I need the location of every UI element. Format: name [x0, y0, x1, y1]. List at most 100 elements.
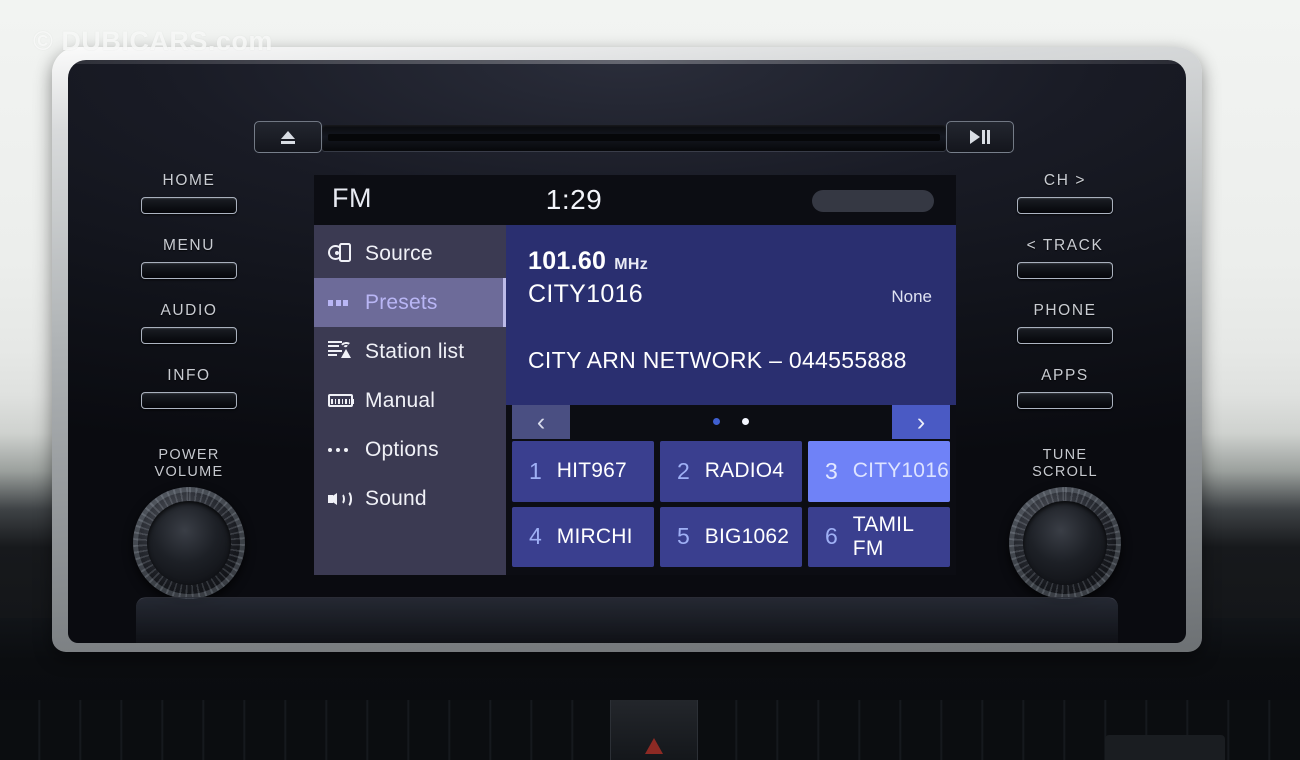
- frequency-line: 101.60 MHz: [528, 247, 934, 276]
- preset-name: BIG1062: [704, 524, 790, 548]
- chevron-right-icon[interactable]: ›: [892, 405, 950, 439]
- preset-button-selected[interactable]: 3 CITY1016: [808, 441, 950, 502]
- hazard-triangle-icon: [645, 738, 663, 754]
- now-playing-panel: 101.60 MHz CITY1016 None CITY ARN NETWOR…: [506, 225, 956, 405]
- right-button-column: CH > < TRACK PHONE APPS: [980, 172, 1150, 432]
- screen-body: Source Presets Station list Manual Optio…: [314, 225, 956, 575]
- menu-key[interactable]: [141, 262, 237, 279]
- station-name: CITY1016: [528, 280, 643, 308]
- sidebar-item-label: Manual: [365, 388, 436, 412]
- infotainment-screen[interactable]: FM 1:29 Source Presets Station list Manu…: [314, 175, 956, 575]
- sidebar-item-label: Station list: [365, 339, 465, 363]
- sidebar-item-options[interactable]: Options: [314, 425, 506, 474]
- rds-status: None: [891, 287, 932, 306]
- status-bar: FM 1:29: [314, 175, 956, 225]
- screen-sidebar: Source Presets Station list Manual Optio…: [314, 225, 506, 575]
- track-back-button[interactable]: < TRACK: [980, 237, 1150, 279]
- radio-text: CITY ARN NETWORK – 044555888: [528, 347, 907, 373]
- info-button[interactable]: INFO: [104, 367, 274, 409]
- preset-button[interactable]: 5 BIG1062: [660, 506, 802, 567]
- menu-button-label: MENU: [162, 237, 216, 254]
- apps-key[interactable]: [1017, 392, 1113, 409]
- presets-grid: 1 HIT967 2 RADIO4 3 CITY1016 4 MIRCHI 5 …: [506, 441, 956, 575]
- frequency-unit: MHz: [614, 256, 649, 273]
- manual-icon: [328, 389, 355, 413]
- track-button-label: < TRACK: [1026, 237, 1104, 254]
- power-volume-knob[interactable]: POWER VOLUME: [104, 447, 274, 599]
- sidebar-item-presets[interactable]: Presets: [314, 278, 506, 327]
- audio-button[interactable]: AUDIO: [104, 302, 274, 344]
- frequency-value: 101.60: [528, 247, 607, 275]
- apps-button-label: APPS: [1041, 367, 1089, 384]
- preset-number: 5: [677, 523, 690, 550]
- preset-name: CITY1016: [852, 459, 949, 483]
- head-unit-body: HOME MENU AUDIO INFO CH > < TRACK PHONE …: [68, 60, 1186, 643]
- apps-button[interactable]: APPS: [980, 367, 1150, 409]
- sidebar-item-label: Sound: [365, 486, 427, 510]
- channel-up-button[interactable]: CH >: [980, 172, 1150, 214]
- preset-name: MIRCHI: [556, 524, 633, 548]
- sidebar-item-sound[interactable]: Sound: [314, 474, 506, 523]
- menu-button[interactable]: MENU: [104, 237, 274, 279]
- phone-key[interactable]: [1017, 327, 1113, 344]
- preset-name: HIT967: [556, 459, 627, 483]
- transport-row: [254, 119, 1014, 159]
- watermark: © DUBICARS.com: [33, 26, 273, 56]
- station-list-icon: [328, 340, 355, 364]
- sidebar-item-manual[interactable]: Manual: [314, 376, 506, 425]
- options-icon: [328, 438, 355, 462]
- preset-number: 6: [825, 523, 838, 550]
- channel-button-label: CH >: [1043, 172, 1087, 189]
- phone-button[interactable]: PHONE: [980, 302, 1150, 344]
- preset-button[interactable]: 4 MIRCHI: [512, 506, 654, 567]
- play-pause-button[interactable]: [946, 121, 1014, 153]
- power-volume-dial[interactable]: [133, 487, 245, 599]
- preset-number: 1: [529, 457, 542, 484]
- sidebar-item-label: Source: [365, 241, 433, 265]
- sound-icon: [328, 487, 355, 511]
- channel-key[interactable]: [1017, 197, 1113, 214]
- page-dot: [742, 418, 749, 425]
- eject-button[interactable]: [254, 121, 322, 153]
- preset-button[interactable]: 2 RADIO4: [660, 441, 802, 502]
- preset-number: 3: [825, 457, 838, 484]
- sidebar-item-label: Options: [365, 437, 439, 461]
- preset-name: RADIO4: [704, 459, 785, 483]
- dashboard-object: [1105, 735, 1225, 760]
- presets-icon: [328, 291, 355, 315]
- tune-scroll-knob[interactable]: TUNE SCROLL: [980, 447, 1150, 599]
- info-button-label: INFO: [167, 367, 211, 384]
- audio-button-label: AUDIO: [160, 302, 218, 319]
- home-button[interactable]: HOME: [104, 172, 274, 214]
- play-pause-icon: [970, 130, 990, 144]
- preset-number: 2: [677, 457, 690, 484]
- hazard-lights-button[interactable]: [610, 700, 698, 760]
- preset-page-nav: ‹ ›: [506, 405, 956, 441]
- cd-slot[interactable]: [322, 125, 946, 151]
- home-button-label: HOME: [162, 172, 216, 189]
- power-volume-label: POWER VOLUME: [154, 447, 224, 480]
- track-key[interactable]: [1017, 262, 1113, 279]
- eject-icon: [281, 130, 295, 144]
- sidebar-item-label: Presets: [365, 290, 438, 314]
- page-indicator-dots: [506, 418, 956, 425]
- tune-scroll-dial[interactable]: [1009, 487, 1121, 599]
- info-key[interactable]: [141, 392, 237, 409]
- left-button-column: HOME MENU AUDIO INFO: [104, 172, 274, 432]
- source-icon: [328, 242, 355, 266]
- home-key[interactable]: [141, 197, 237, 214]
- preset-button[interactable]: 1 HIT967: [512, 441, 654, 502]
- audio-key[interactable]: [141, 327, 237, 344]
- page-dot: [713, 418, 720, 425]
- head-unit: HOME MENU AUDIO INFO CH > < TRACK PHONE …: [52, 47, 1202, 652]
- phone-button-label: PHONE: [1033, 302, 1097, 319]
- tune-scroll-label: TUNE SCROLL: [1032, 447, 1098, 480]
- preset-button[interactable]: 6 TAMIL FM: [808, 506, 950, 567]
- preset-name: TAMIL FM: [852, 512, 914, 560]
- preset-number: 4: [529, 523, 542, 550]
- status-pill: [812, 190, 934, 212]
- sidebar-item-source[interactable]: Source: [314, 229, 506, 278]
- sidebar-item-station-list[interactable]: Station list: [314, 327, 506, 376]
- screen-main-area: 101.60 MHz CITY1016 None CITY ARN NETWOR…: [506, 225, 956, 575]
- unit-gloss-panel: [136, 597, 1118, 643]
